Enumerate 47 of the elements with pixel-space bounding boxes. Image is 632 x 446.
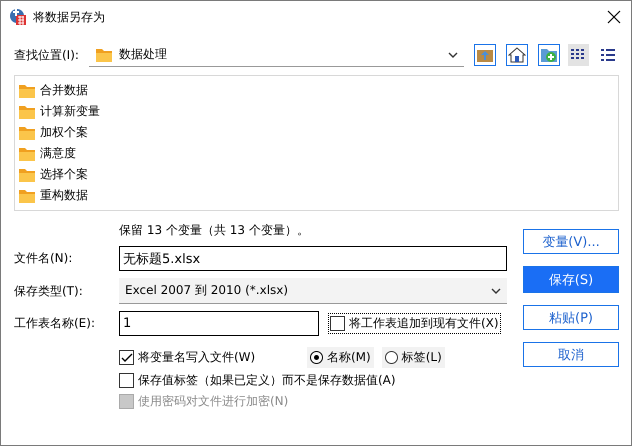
home-button[interactable] — [506, 44, 528, 66]
append-sheet-checkbox[interactable]: 将工作表追加到现有文件(X) — [329, 314, 500, 333]
save-type-label: 保存类型(T): — [14, 282, 84, 300]
folder-icon — [18, 104, 36, 120]
folder-item[interactable]: 重构数据 — [18, 185, 91, 206]
file-name-field[interactable]: 无标题5.xlsx — [119, 246, 507, 271]
dialog-button[interactable]: 取消 — [523, 342, 619, 367]
folder-icon — [18, 188, 36, 204]
file-name-label: 文件名(N): — [14, 250, 74, 267]
name-source-radio[interactable]: 标签(L) — [382, 347, 445, 368]
folder-icon — [18, 166, 36, 182]
dialog-button[interactable]: 保存(S) — [523, 266, 619, 293]
up-folder-button[interactable] — [474, 44, 496, 66]
details-view-icon — [600, 48, 616, 62]
list-view-icon — [570, 48, 586, 62]
folder-item[interactable]: 加权个案 — [18, 122, 91, 143]
save-value-labels-checkbox[interactable]: 保存值标签（如果已定义）而不是保存数据值(A) — [119, 372, 507, 389]
folder-item[interactable]: 满意度 — [18, 143, 79, 164]
app-icon — [9, 8, 27, 26]
check-icon — [120, 352, 132, 362]
radio-circle[interactable] — [384, 351, 398, 364]
folder-icon — [18, 146, 36, 162]
summary-text: 保留 13 个变量（共 13 个变量）。 — [119, 222, 310, 239]
caret-icon — [448, 52, 458, 58]
close-icon[interactable] — [607, 10, 621, 24]
sheet-name-field[interactable]: 1 — [119, 311, 319, 336]
dialog-button[interactable]: 粘贴(P) — [523, 305, 619, 330]
folder-item[interactable]: 选择个案 — [18, 164, 91, 185]
radio-circle[interactable] — [310, 351, 323, 364]
new-folder-icon — [540, 47, 558, 63]
window-title: 将数据另存为 — [33, 8, 106, 26]
new-folder-button[interactable] — [538, 44, 560, 66]
dialog-button[interactable]: 变量(V)... — [523, 229, 619, 254]
folder-icon — [94, 46, 113, 62]
write-names-checkbox[interactable]: 将变量名写入文件(W) — [119, 349, 299, 366]
name-source-radio[interactable]: 名称(M) — [307, 347, 374, 368]
folder-item[interactable]: 合并数据 — [18, 80, 91, 101]
look-in-label: 查找位置(I): — [14, 46, 79, 64]
folder-icon — [18, 124, 36, 140]
home-icon — [508, 47, 526, 63]
caret-icon — [491, 288, 501, 294]
folder-icon — [18, 82, 36, 98]
folder-up-icon — [476, 47, 494, 63]
folder-item[interactable]: 计算新变量 — [18, 101, 103, 122]
list-view-button[interactable] — [568, 44, 590, 66]
sheet-name-label: 工作表名称(E): — [14, 315, 96, 332]
save-type-dropdown[interactable]: Excel 2007 到 2010 (*.xlsx) — [119, 278, 507, 304]
